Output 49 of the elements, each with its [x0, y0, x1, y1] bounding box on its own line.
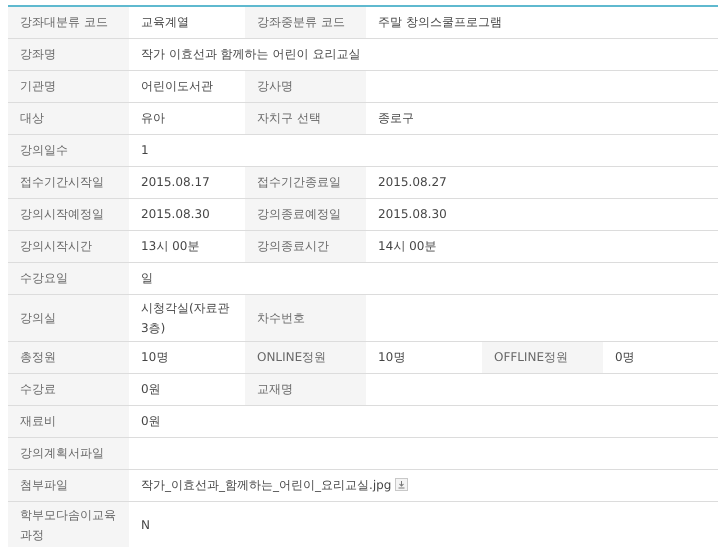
field-label: 자치구 선택 — [245, 102, 366, 134]
field-label: 수강요일 — [8, 262, 129, 294]
field-value: N — [129, 501, 718, 547]
field-value: 1 — [129, 134, 718, 166]
field-label: 접수기간종료일 — [245, 166, 366, 198]
field-value: 주말 창의스쿨프로그램 — [366, 6, 718, 38]
field-label: 접수기간시작일 — [8, 166, 129, 198]
field-label: 기관명 — [8, 70, 129, 102]
field-label: 차수번호 — [245, 294, 366, 341]
field-value: 0원 — [129, 373, 245, 405]
field-label: 강의시작시간 — [8, 230, 129, 262]
field-value: 0원 — [129, 405, 718, 437]
field-value: 0명 — [603, 341, 718, 373]
field-value: 2015.08.27 — [366, 166, 718, 198]
field-label: 강좌대분류 코드 — [8, 6, 129, 38]
field-label: 총정원 — [8, 341, 129, 373]
field-value: 13시 00분 — [129, 230, 245, 262]
field-label: 수강료 — [8, 373, 129, 405]
field-value: 2015.08.30 — [366, 198, 718, 230]
field-label: 학부모다솜이교육과정 — [8, 501, 129, 547]
field-label: 강의실 — [8, 294, 129, 341]
field-value: 10명 — [366, 341, 482, 373]
field-value: 2015.08.17 — [129, 166, 245, 198]
field-label: 교재명 — [245, 373, 366, 405]
field-label: 강좌명 — [8, 38, 129, 70]
field-label: 강좌중분류 코드 — [245, 6, 366, 38]
field-label: OFFLINE정원 — [482, 341, 603, 373]
field-value: 유아 — [129, 102, 245, 134]
field-value: 시청각실(자료관3층) — [129, 294, 245, 341]
field-label: 강의종료예정일 — [245, 198, 366, 230]
field-value: 2015.08.30 — [129, 198, 245, 230]
field-value: 14시 00분 — [366, 230, 718, 262]
field-value: 작가 이효선과 함께하는 어린이 요리교실 — [129, 38, 718, 70]
field-label: ONLINE정원 — [245, 341, 366, 373]
field-value: 일 — [129, 262, 718, 294]
field-value: 어린이도서관 — [129, 70, 245, 102]
field-label: 첨부파일 — [8, 469, 129, 501]
field-value: 종로구 — [366, 102, 718, 134]
field-label: 강의일수 — [8, 134, 129, 166]
field-label: 재료비 — [8, 405, 129, 437]
field-label: 강의종료시간 — [245, 230, 366, 262]
field-label: 강의계획서파일 — [8, 437, 129, 469]
field-label: 강의시작예정일 — [8, 198, 129, 230]
field-value: 교육계열 — [129, 6, 245, 38]
file-link[interactable]: 작가_이효선과_함께하는_어린이_요리교실.jpg — [141, 478, 392, 492]
field-label: 강사명 — [245, 70, 366, 102]
download-icon[interactable] — [395, 478, 408, 491]
field-value: 10명 — [129, 341, 245, 373]
field-label: 대상 — [8, 102, 129, 134]
